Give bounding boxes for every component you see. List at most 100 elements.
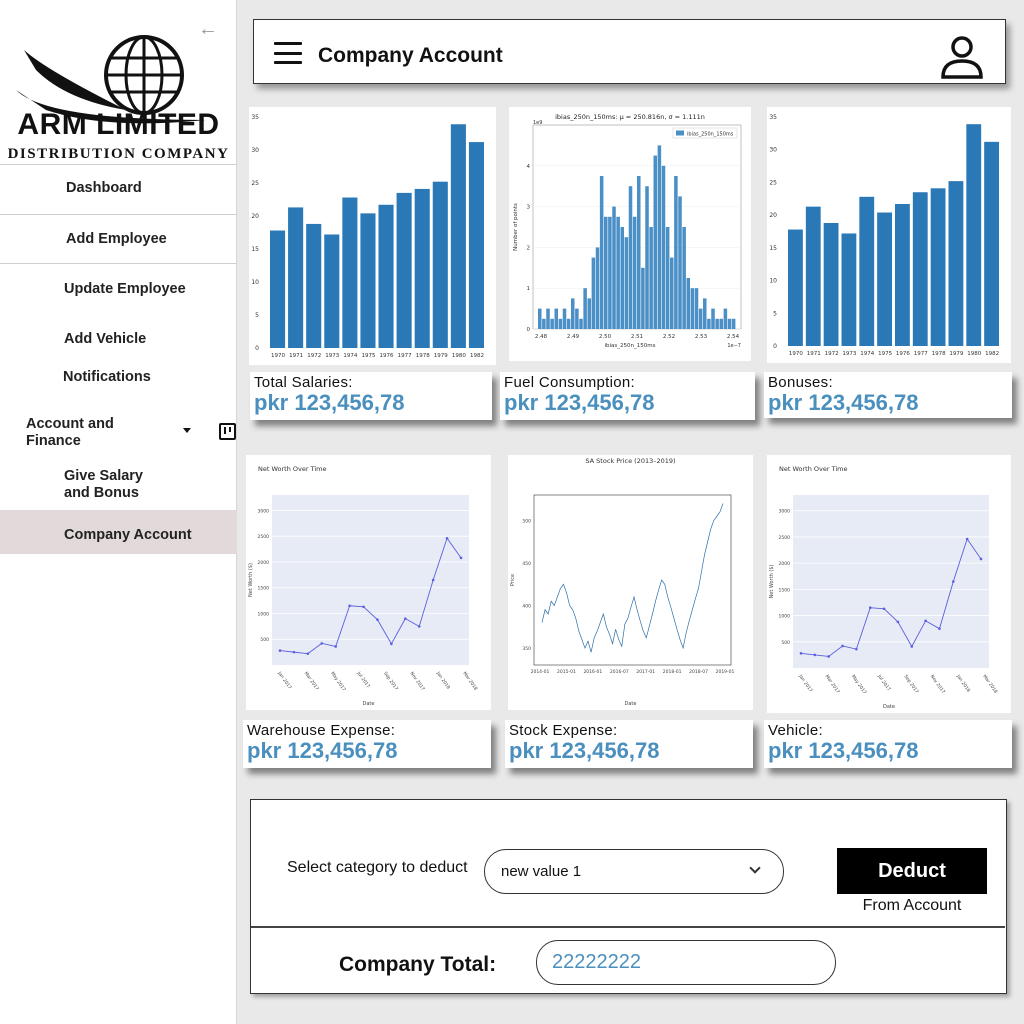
hist-bar <box>591 257 596 329</box>
hist-bar <box>599 176 604 329</box>
hist-bar <box>707 318 711 329</box>
x-tick-label: 2016-07 <box>610 669 629 675</box>
stat-value: pkr 123,456,78 <box>768 738 919 763</box>
x-tick-label: 2.51 <box>631 334 643 340</box>
hist-bar <box>657 145 662 329</box>
hamburger-icon[interactable] <box>274 42 302 64</box>
x-tick-label: 1970 <box>789 351 803 357</box>
data-point <box>952 580 955 583</box>
x-tick-label: 1982 <box>985 351 999 357</box>
x-tick-label: Jan 2017 <box>797 673 814 694</box>
arrow-left-icon[interactable]: ← <box>198 18 218 41</box>
user-icon[interactable] <box>940 35 984 79</box>
sidebar-item-company-account[interactable]: Company Account <box>0 510 237 554</box>
category-select[interactable]: new value 1 <box>484 849 784 894</box>
kanban-board-icon[interactable] <box>219 423 236 440</box>
legend-label: ibias_250n_150ms <box>687 132 734 138</box>
x-tick-label: 1976 <box>896 351 910 357</box>
stat-label: Vehicle: <box>768 722 823 739</box>
y-tick-label: 3 <box>527 205 531 211</box>
hist-bar <box>538 308 542 329</box>
sidebar-item-account-finance[interactable]: Account and Finance <box>0 410 237 454</box>
data-point <box>827 655 830 658</box>
x-tick-label: 1977 <box>914 351 928 357</box>
hist-bar <box>604 216 608 329</box>
hist-bar <box>583 288 587 329</box>
caret-down-icon[interactable] <box>183 428 191 433</box>
sidebar-item-add-vehicle[interactable]: Add Vehicle <box>0 316 237 362</box>
page-header: Company Account <box>253 19 1006 84</box>
hist-bar <box>686 278 691 329</box>
bar <box>450 124 466 348</box>
x-tick-label: 1976 <box>380 353 394 359</box>
chart-bonuses: 0 5 10 15 20 25 30 35 1970 1971 1972 1973 1974 1975 19… <box>767 107 1011 363</box>
hist-bar <box>682 227 686 329</box>
x-tick-label: 1978 <box>416 353 430 359</box>
y-tick-label: 3000 <box>258 508 270 514</box>
data-point <box>855 647 858 651</box>
sidebar-item-label: Company Account <box>64 527 192 543</box>
bar <box>378 204 394 348</box>
chart-fuel-svg: ibias_250n_150ms: μ = 250.816n, σ = 1.11… <box>513 113 742 349</box>
y-tick-label: 2500 <box>258 534 270 540</box>
x-tick-label: 1971 <box>807 351 821 357</box>
x-multiplier: 1e−7 <box>727 343 741 349</box>
chart-stock-svg: SA Stock Price (2013–2019) 350 400 450 500 20… <box>510 457 735 707</box>
y-tick-label: 20 <box>769 212 777 219</box>
hist-bar <box>554 308 559 329</box>
bar <box>805 206 821 346</box>
x-tick-label: 2017-01 <box>636 669 655 675</box>
x-tick-label: 2.49 <box>567 334 580 340</box>
bar <box>788 229 803 346</box>
hist-bar <box>620 227 625 329</box>
x-axis-label: Date <box>363 701 375 707</box>
company-total-field[interactable] <box>536 940 836 985</box>
hist-bar <box>723 308 728 329</box>
x-tick-label: 1972 <box>825 351 839 357</box>
sidebar-item-add-employee[interactable]: Add Employee <box>0 215 237 263</box>
y-tick-label: 25 <box>251 180 259 187</box>
y-axis-label: Number of points <box>513 203 519 251</box>
bar <box>270 230 286 348</box>
stat-card-fuel: Fuel Consumption: pkr 123,456,78 <box>500 372 755 420</box>
sidebar-item-label: Notifications <box>63 369 151 385</box>
data-point <box>938 627 941 630</box>
data-point <box>334 645 337 648</box>
deduct-button[interactable]: Deduct <box>837 848 987 894</box>
sidebar-item-give-salary[interactable]: Give Salary and Bonus <box>0 462 237 508</box>
bar <box>468 142 484 348</box>
bar <box>306 223 322 348</box>
data-point <box>292 650 296 654</box>
hist-bar <box>694 288 699 329</box>
x-tick-label: 1973 <box>325 353 339 359</box>
data-point <box>362 605 365 609</box>
stat-label: Total Salaries: <box>254 374 353 391</box>
y-tick-label: 2 <box>527 245 531 251</box>
x-tick-label: 1975 <box>361 353 375 359</box>
sidebar-item-update-employee[interactable]: Update Employee <box>0 264 237 314</box>
data-point <box>910 645 914 648</box>
hist-bar <box>558 318 563 329</box>
x-tick-label: Sep 2017 <box>903 674 920 695</box>
y-tick-label: 5 <box>255 312 259 319</box>
chart-title: Net Worth Over Time <box>258 465 327 473</box>
bar <box>877 212 892 346</box>
chart-fuel: ibias_250n_150ms: μ = 250.816n, σ = 1.11… <box>509 107 751 361</box>
bar <box>324 234 340 348</box>
hist-bar <box>719 318 724 329</box>
sidebar-item-dashboard[interactable]: Dashboard <box>0 166 237 214</box>
hist-bar <box>715 318 719 329</box>
x-tick-label: 1980 <box>967 351 981 357</box>
hist-bar <box>595 247 600 329</box>
y-tick-label: 15 <box>769 245 777 252</box>
hist-bar <box>661 165 666 329</box>
x-tick-label: 1982 <box>470 353 484 359</box>
x-tick-label: 2.52 <box>663 334 675 340</box>
hist-bar <box>670 257 674 329</box>
chart-title: ibias_250n_150ms: μ = 250.816n, σ = 1.11… <box>555 113 705 121</box>
y-tick-label: 30 <box>251 147 259 154</box>
chart-title: SA Stock Price (2013–2019) <box>585 457 675 465</box>
x-tick-label: 1980 <box>452 353 466 359</box>
sidebar-item-notifications[interactable]: Notifications <box>0 362 237 392</box>
x-tick-label: Nov 2017 <box>409 671 426 692</box>
